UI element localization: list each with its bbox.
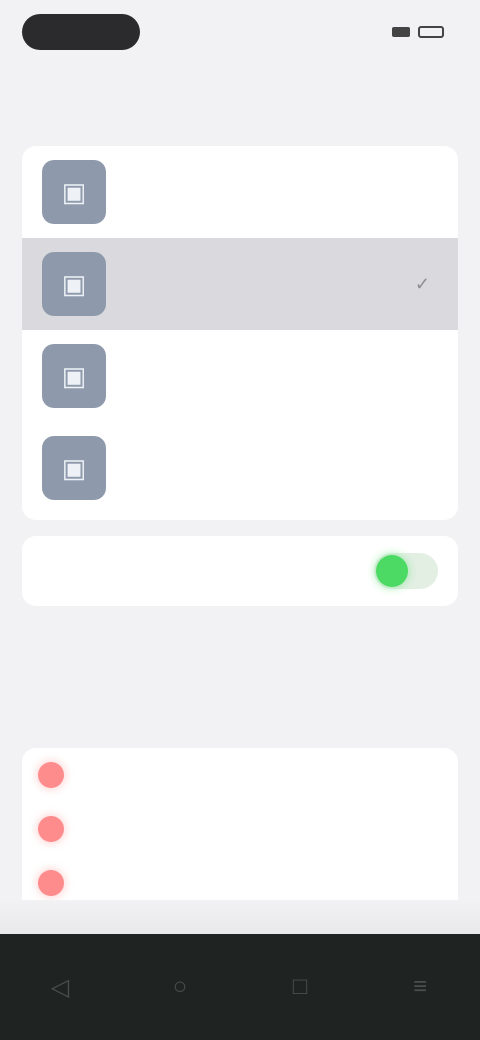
red-dot-icon bbox=[38, 816, 64, 842]
image-icon: ▣ bbox=[42, 160, 106, 224]
bottom-navigation-bar: ◁ ○ □ ≡ bbox=[0, 934, 480, 1040]
option-row-3[interactable]: ▣ bbox=[22, 330, 458, 422]
toggle-switch[interactable] bbox=[374, 553, 438, 589]
checkmark-icon: ✓ bbox=[414, 273, 430, 294]
toggle-knob bbox=[376, 555, 408, 587]
status-icons bbox=[392, 26, 444, 38]
tab-strip bbox=[0, 900, 480, 934]
option-row-4[interactable]: ▣ bbox=[22, 422, 458, 514]
image-icon: ▣ bbox=[42, 344, 106, 408]
back-icon[interactable]: ◁ bbox=[36, 973, 84, 1002]
battery-icon bbox=[418, 26, 444, 38]
option-row-1[interactable]: ▣ bbox=[22, 146, 458, 238]
image-icon: ▣ bbox=[42, 436, 106, 500]
menu-icon[interactable]: ≡ bbox=[396, 973, 444, 1001]
image-icon: ▣ bbox=[42, 252, 106, 316]
list-item[interactable] bbox=[22, 802, 458, 856]
option-row-2[interactable]: ▣ ✓ bbox=[22, 238, 458, 330]
recents-icon[interactable]: □ bbox=[276, 973, 324, 1001]
toggle-row bbox=[22, 536, 458, 606]
red-dot-icon bbox=[38, 762, 64, 788]
home-icon[interactable]: ○ bbox=[156, 973, 204, 1001]
signal-icon bbox=[392, 27, 410, 37]
red-dot-icon bbox=[38, 870, 64, 896]
status-time bbox=[22, 14, 140, 50]
list-item[interactable] bbox=[22, 748, 458, 802]
options-card: ▣ ▣ ✓ ▣ ▣ bbox=[22, 146, 458, 520]
status-bar bbox=[0, 0, 480, 64]
